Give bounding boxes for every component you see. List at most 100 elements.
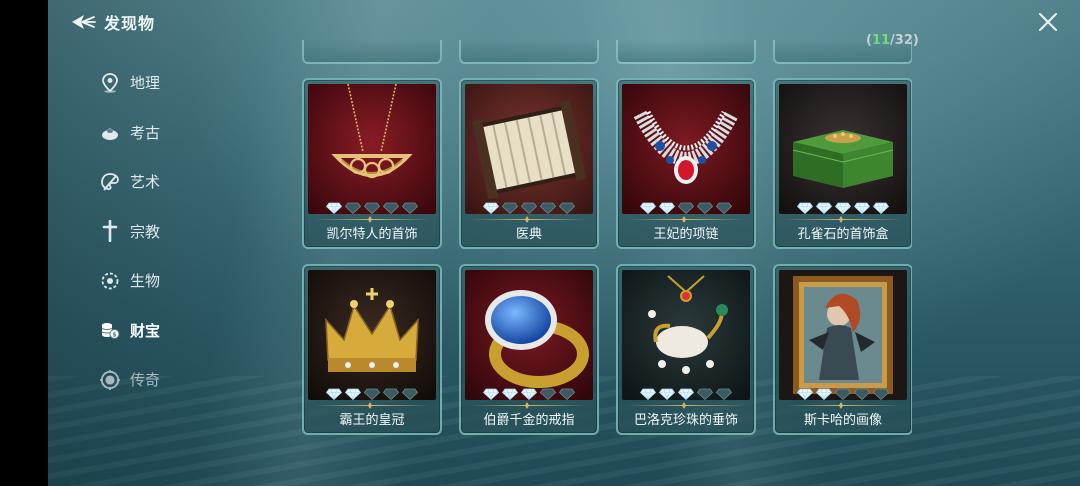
artifact-icon (100, 122, 120, 142)
diamond-filled-icon (678, 388, 694, 400)
diamond-empty-icon (835, 388, 851, 400)
palette-icon (100, 172, 120, 192)
treasure-name: 斯卡哈的画像 (803, 413, 882, 428)
treasure-card-celtic-jewelry[interactable]: 凯尔特人的首饰 (302, 78, 442, 249)
treasure-card-princess-necklace[interactable]: 王妃的项链 (616, 78, 756, 249)
diamond-empty-icon (873, 388, 889, 400)
rarity-diamonds (304, 388, 440, 402)
divider (785, 219, 901, 220)
sidebar-item-archaeology[interactable]: 考古 (96, 108, 226, 158)
diamond-filled-icon (854, 202, 870, 214)
page-title: 发现物 (104, 14, 156, 33)
diamond-empty-icon (559, 202, 575, 214)
sidebar-item-geography[interactable]: 地理 (96, 58, 226, 108)
diamond-filled-icon (816, 202, 832, 214)
diamond-filled-icon (659, 202, 675, 214)
divider (471, 405, 587, 406)
sidebar-item-biology[interactable]: 生物 (96, 256, 226, 306)
previous-row-card[interactable] (302, 40, 442, 64)
diamond-filled-icon (797, 388, 813, 400)
diamond-empty-icon (502, 202, 518, 214)
divider (785, 405, 901, 406)
divider-ornament (839, 216, 843, 223)
cross-icon (100, 220, 120, 243)
treasure-name: 凯尔特人的首饰 (326, 227, 418, 242)
category-sidebar: 地理 考古 艺术 宗教 生物 $ 财宝 传奇 (96, 58, 226, 405)
treasure-name: 王妃的项链 (653, 227, 719, 242)
treasure-card-countess-ring[interactable]: 伯爵千金的戒指 (459, 264, 599, 435)
sidebar-item-label: 地理 (130, 74, 161, 93)
divider-ornament (682, 402, 686, 409)
treasure-card-baroque-pearl-pendant[interactable]: 巴洛克珍珠的垂饰 (616, 264, 756, 435)
diamond-empty-icon (697, 388, 713, 400)
celtic-necklace-icon (308, 84, 436, 214)
rarity-diamonds (304, 202, 440, 216)
diamond-empty-icon (402, 202, 418, 214)
diamond-filled-icon (326, 202, 342, 214)
diamond-empty-icon (521, 202, 537, 214)
treasure-card-scathach-portrait[interactable]: 斯卡哈的画像 (773, 264, 912, 435)
treasure-name: 伯爵千金的戒指 (483, 413, 575, 428)
treasure-card-malachite-box[interactable]: 孔雀石的首饰盒 (773, 78, 912, 249)
diamond-empty-icon (402, 388, 418, 400)
diamond-filled-icon (835, 202, 851, 214)
rarity-diamonds (775, 202, 911, 216)
diamond-filled-icon (659, 388, 675, 400)
sidebar-item-label: 宗教 (130, 222, 161, 241)
treasure-name: 霸王的皇冠 (339, 413, 405, 428)
sidebar-item-label: 财宝 (130, 321, 161, 340)
sidebar-item-religion[interactable]: 宗教 (96, 207, 226, 257)
crown-icon (308, 270, 436, 400)
treasure-name: 孔雀石的首饰盒 (797, 227, 889, 242)
diamond-filled-icon (640, 202, 656, 214)
diamond-filled-icon (483, 388, 499, 400)
sidebar-item-legend[interactable]: 传奇 (96, 355, 226, 405)
diamond-empty-icon (716, 202, 732, 214)
divider (628, 219, 744, 220)
malachite-box-icon (779, 84, 907, 214)
diamond-filled-icon (640, 388, 656, 400)
sidebar-item-treasure[interactable]: $ 财宝 (96, 306, 226, 356)
divider (314, 405, 430, 406)
sidebar-item-art[interactable]: 艺术 (96, 157, 226, 207)
diamond-empty-icon (540, 202, 556, 214)
location-pin-icon (100, 72, 120, 93)
back-arrow-icon (72, 15, 96, 29)
medical-book-icon (465, 84, 593, 214)
diamond-empty-icon (383, 202, 399, 214)
diamond-empty-icon (854, 388, 870, 400)
treasure-grid: 凯尔特人的首饰 医典 王妃的项链 孔雀石的首饰盒 霸王的皇冠 伯爵千金的戒指 巴… (302, 40, 912, 486)
baroque-pearl-pendant-icon (622, 270, 750, 400)
diamond-filled-icon (483, 202, 499, 214)
creature-icon (100, 271, 120, 291)
treasure-card-medical-book[interactable]: 医典 (459, 78, 599, 249)
divider (471, 219, 587, 220)
coins-icon: $ (100, 320, 120, 340)
diamond-empty-icon (383, 388, 399, 400)
rarity-diamonds (618, 202, 754, 216)
svg-text:$: $ (112, 332, 116, 339)
close-button[interactable] (1036, 10, 1060, 34)
diamond-empty-icon (364, 388, 380, 400)
close-icon (1039, 13, 1057, 31)
diamond-filled-icon (345, 388, 361, 400)
back-button[interactable]: 发现物 (70, 10, 155, 34)
divider-ornament (525, 402, 529, 409)
previous-row-card[interactable] (773, 40, 912, 64)
sidebar-item-label: 传奇 (130, 371, 161, 390)
rarity-diamonds (775, 388, 911, 402)
diamond-empty-icon (540, 388, 556, 400)
rarity-diamonds (461, 388, 597, 402)
jeweled-necklace-icon (622, 84, 750, 214)
previous-row-card[interactable] (616, 40, 756, 64)
diamond-empty-icon (678, 202, 694, 214)
diamond-empty-icon (345, 202, 361, 214)
sidebar-item-label: 生物 (130, 272, 161, 291)
divider-ornament (682, 216, 686, 223)
sidebar-item-label: 艺术 (130, 173, 161, 192)
previous-row-card[interactable] (459, 40, 599, 64)
portrait-painting-icon (779, 270, 907, 400)
treasure-name: 医典 (515, 227, 542, 242)
sidebar-item-label: 考古 (130, 123, 161, 142)
treasure-card-overlord-crown[interactable]: 霸王的皇冠 (302, 264, 442, 435)
